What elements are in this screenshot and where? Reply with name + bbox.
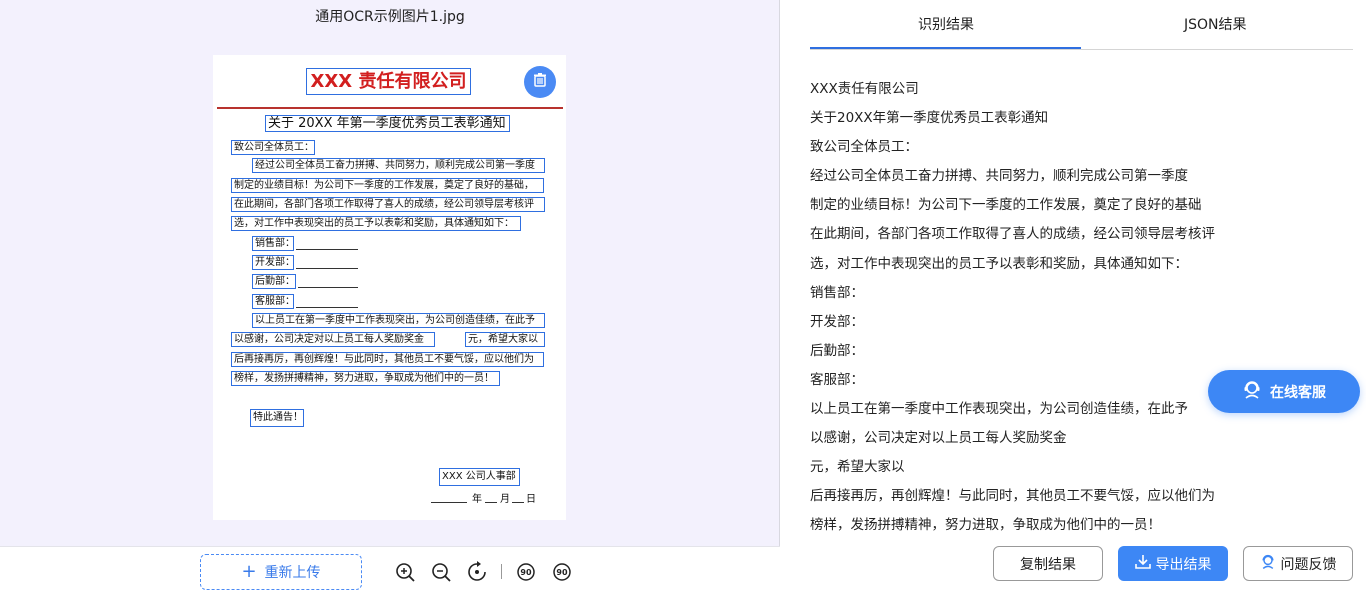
- customer-service-icon: [1242, 380, 1262, 404]
- trash-icon: [532, 72, 548, 92]
- result-tabs: 识别结果 JSON结果: [810, 0, 1353, 50]
- export-result-button[interactable]: 导出结果: [1118, 546, 1228, 581]
- copy-result-button[interactable]: 复制结果: [993, 546, 1103, 581]
- result-line: 以上员工在第一季度中工作表现突出，为公司创造佳绩，在此予: [810, 401, 1188, 418]
- reupload-label: 重新上传: [264, 565, 321, 581]
- online-service-label: 在线客服: [1270, 384, 1326, 401]
- doc-line: 后再接再厉，再创辉煌！与此同时，其他员工不要气馁，应以他们为: [231, 352, 544, 367]
- result-line: 以感谢，公司决定对以上员工每人奖励奖金: [810, 430, 1067, 447]
- doc-line: 以感谢，公司决定对以上员工每人奖励奖金: [231, 332, 435, 347]
- zoom-in-icon[interactable]: [394, 561, 416, 583]
- doc-dept: 销售部：: [252, 236, 294, 251]
- toolbar-divider: [501, 564, 502, 579]
- svg-text:90: 90: [520, 568, 532, 577]
- feedback-button[interactable]: 问题反馈: [1243, 546, 1353, 581]
- document-image: XXX 责任有限公司 关于 20XX 年第一季度优秀员工表彰通知 致公司全体员工…: [213, 55, 566, 520]
- result-line: 后勤部：: [810, 342, 864, 359]
- svg-text:90: 90: [556, 568, 568, 577]
- date-day: 日: [526, 494, 536, 505]
- copy-result-label: 复制结果: [1020, 556, 1076, 573]
- feedback-label: 问题反馈: [1280, 556, 1337, 573]
- doc-closing: 特此通告！: [250, 409, 304, 427]
- online-service-button[interactable]: 在线客服: [1208, 370, 1360, 413]
- result-line: 元，希望大家以: [810, 459, 905, 476]
- result-line: 制定的业绩目标！为公司下一季度的工作发展，奠定了良好的基础: [810, 197, 1202, 214]
- blank-line: [296, 307, 358, 308]
- doc-greeting: 致公司全体员工：: [231, 140, 315, 155]
- doc-line: 经过公司全体员工奋力拼搏、共同努力，顺利完成公司第一季度: [252, 158, 545, 173]
- doc-company-title: XXX 责任有限公司: [306, 68, 471, 95]
- rotate-right-90-icon[interactable]: 90: [551, 561, 573, 583]
- reset-rotate-icon[interactable]: [466, 561, 488, 583]
- blank-line: [512, 502, 524, 503]
- blank-line: [296, 249, 358, 250]
- export-result-label: 导出结果: [1155, 556, 1212, 573]
- result-line: 关于20XX年第一季度优秀员工表彰通知: [810, 110, 1049, 127]
- doc-line: 榜样，发扬拼搏精神，努力进取，争取成为他们中的一员！: [231, 371, 500, 386]
- result-line: 后再接再厉，再创辉煌！与此同时，其他员工不要气馁，应以他们为: [810, 488, 1215, 505]
- rotate-left-90-icon[interactable]: 90: [515, 561, 537, 583]
- result-line: 致公司全体员工：: [810, 139, 918, 156]
- blank-line: [431, 502, 467, 503]
- result-line: 客服部：: [810, 371, 864, 388]
- doc-notice-title: 关于 20XX 年第一季度优秀员工表彰通知: [265, 115, 510, 132]
- date-month: 月: [500, 494, 510, 505]
- doc-line: 在此期间，各部门各项工作取得了喜人的成绩，经公司领导层考核评: [231, 197, 545, 212]
- result-line: XXX责任有限公司: [810, 81, 919, 97]
- tab-json-result[interactable]: JSON结果: [1184, 14, 1247, 34]
- download-icon: [1134, 554, 1151, 574]
- result-line: 在此期间，各部门各项工作取得了喜人的成绩，经公司领导层考核评: [810, 226, 1215, 243]
- tab-recognition-result[interactable]: 识别结果: [918, 14, 974, 34]
- recognition-result-list: XXX责任有限公司关于20XX年第一季度优秀员工表彰通知 致公司全体员工： 经过公司…: [810, 78, 1215, 544]
- doc-line: 以上员工在第一季度中工作表现突出，为公司创造佳绩，在此予: [252, 313, 545, 328]
- image-preview-pane: 通用OCR示例图片1.jpg XXX 责任有限公司 关于 20XX 年第一季度优…: [0, 0, 780, 595]
- result-line: 销售部：: [810, 284, 864, 301]
- result-line: 开发部：: [810, 313, 864, 330]
- active-tab-indicator: [810, 47, 1081, 49]
- date-year: 年: [472, 494, 482, 505]
- header-divider: [217, 107, 563, 109]
- result-line: 选，对工作中表现突出的员工予以表彰和奖励，具体通知如下：: [810, 255, 1188, 272]
- doc-dept: 后勤部：: [252, 274, 296, 289]
- doc-line: 制定的业绩目标！为公司下一季度的工作发展，奠定了良好的基础，: [231, 178, 544, 193]
- result-line: 经过公司全体员工奋力拼搏、共同努力，顺利完成公司第一季度: [810, 168, 1188, 185]
- file-name: 通用OCR示例图片1.jpg: [315, 9, 465, 25]
- doc-dept: 开发部：: [252, 255, 294, 270]
- delete-image-button[interactable]: [524, 66, 556, 98]
- result-pane: 识别结果 JSON结果 XXX责任有限公司关于20XX年第一季度优秀员工表彰通知…: [781, 0, 1366, 595]
- doc-line: 元，希望大家以: [465, 332, 545, 347]
- plus-icon: +: [241, 561, 257, 582]
- result-line: 榜样，发扬拼搏精神，努力进取，争取成为他们中的一员！: [810, 517, 1161, 534]
- feedback-service-icon: [1260, 554, 1276, 574]
- blank-line: [298, 287, 358, 288]
- reupload-button[interactable]: + 重新上传: [200, 554, 362, 590]
- image-toolbar: + 重新上传 90 90: [0, 546, 780, 595]
- doc-signature: XXX 公司人事部: [439, 468, 520, 486]
- blank-line: [296, 268, 358, 269]
- doc-dept: 客服部：: [252, 294, 294, 309]
- zoom-out-icon[interactable]: [430, 561, 452, 583]
- doc-line: 选，对工作中表现突出的员工予以表彰和奖励，具体通知如下：: [231, 216, 521, 231]
- blank-line: [485, 502, 497, 503]
